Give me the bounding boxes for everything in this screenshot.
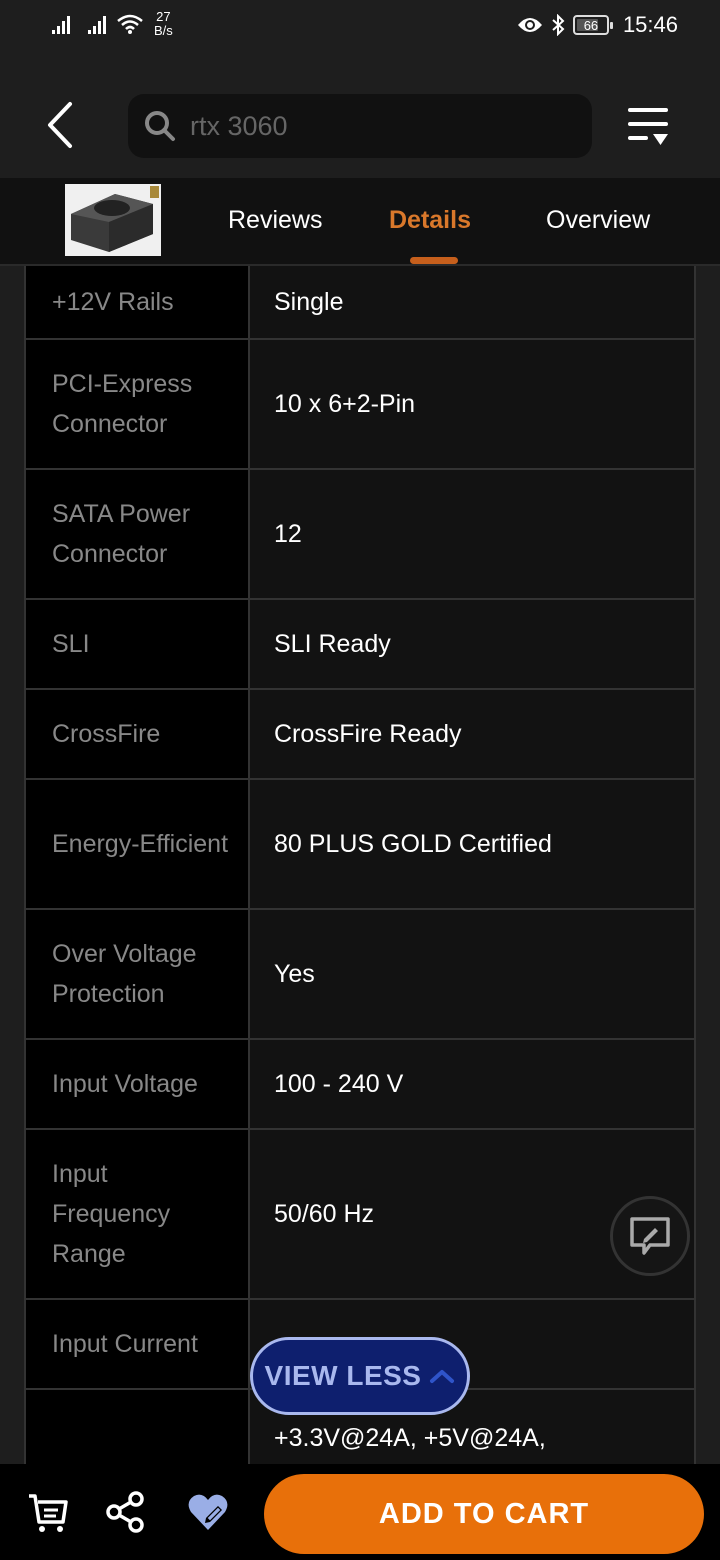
clock: 15:46 <box>622 12 678 37</box>
cellular-signal-icon <box>52 14 70 34</box>
spec-key: PCI-Express Connector <box>24 340 250 468</box>
wifi-icon <box>117 14 143 34</box>
table-row: +12V Rails Single <box>24 266 696 340</box>
wishlist-heart-icon[interactable] <box>186 1490 230 1534</box>
share-icon[interactable] <box>104 1490 148 1534</box>
spec-value: 12 <box>250 470 696 598</box>
spec-key: Over Voltage Protection <box>24 910 250 1038</box>
view-less-button[interactable]: VIEW LESS <box>250 1337 470 1415</box>
tab-overview[interactable]: Overview <box>546 206 650 235</box>
net-speed-unit: B/s <box>154 23 173 38</box>
table-row: Input Frequency Range 50/60 Hz <box>24 1130 696 1300</box>
net-speed-value: 27 <box>156 9 171 24</box>
add-to-cart-button[interactable]: ADD TO CART <box>264 1474 704 1554</box>
view-less-label: VIEW LESS <box>264 1360 422 1391</box>
spec-key: SATA Power Connector <box>24 470 250 598</box>
table-row: CrossFire CrossFire Ready <box>24 690 696 780</box>
spec-key: Input Current <box>24 1300 250 1388</box>
feedback-edit-icon <box>630 1217 670 1255</box>
spec-value: 10 x 6+2-Pin <box>250 340 696 468</box>
spec-value: 80 PLUS GOLD Certified <box>250 780 696 908</box>
spec-key: CrossFire <box>24 690 250 778</box>
tab-details[interactable]: Details <box>389 206 471 235</box>
search-query: rtx 3060 <box>190 110 288 141</box>
table-row: Energy-Efficient 80 PLUS GOLD Certified <box>24 780 696 910</box>
eye-icon <box>517 18 542 32</box>
psu-image <box>65 184 161 256</box>
spec-value: CrossFire Ready <box>250 690 696 778</box>
spec-value: Single <box>250 266 696 338</box>
spec-value: SLI Ready <box>250 600 696 688</box>
active-tab-indicator <box>410 257 458 264</box>
bluetooth-icon <box>552 14 565 36</box>
cart-icon[interactable] <box>26 1490 70 1534</box>
battery-level: 66 <box>583 17 599 33</box>
spec-key: Energy-Efficient <box>24 780 250 908</box>
tab-bar: Reviews Details Overview <box>0 178 720 266</box>
table-row: PCI-Express Connector 10 x 6+2-Pin <box>24 340 696 470</box>
status-bar: 27 B/s 66 15:46 <box>0 0 720 56</box>
product-thumbnail[interactable] <box>65 184 161 256</box>
chevron-up-icon <box>430 1370 455 1383</box>
table-row: SLI SLI Ready <box>24 600 696 690</box>
spec-value: 100 - 240 V <box>250 1040 696 1128</box>
spec-key: Input Frequency Range <box>24 1130 250 1298</box>
spec-key: Input Voltage <box>24 1040 250 1128</box>
table-row: Over Voltage Protection Yes <box>24 910 696 1040</box>
bottom-action-bar: ADD TO CART <box>0 1464 720 1560</box>
filter-menu-icon[interactable] <box>626 104 670 148</box>
spec-value: Yes <box>250 910 696 1038</box>
cellular-signal-icon-2 <box>88 14 106 34</box>
table-row: Input Voltage 100 - 240 V <box>24 1040 696 1130</box>
search-input[interactable]: rtx 3060 <box>128 94 592 158</box>
search-icon <box>145 111 175 141</box>
battery-icon: 66 <box>572 15 613 35</box>
spec-key: SLI <box>24 600 250 688</box>
spec-key: +12V Rails <box>24 266 250 338</box>
header: rtx 3060 <box>0 56 720 178</box>
table-row: SATA Power Connector 12 <box>24 470 696 600</box>
spec-table: +12V Rails Single PCI-Express Connector … <box>24 266 696 1464</box>
spec-key <box>24 1390 250 1464</box>
spec-table-container[interactable]: +12V Rails Single PCI-Express Connector … <box>0 266 720 1464</box>
back-icon[interactable] <box>40 98 80 152</box>
feedback-button[interactable] <box>610 1196 690 1276</box>
tab-reviews[interactable]: Reviews <box>228 206 322 235</box>
network-speed: 27 B/s <box>154 10 173 38</box>
